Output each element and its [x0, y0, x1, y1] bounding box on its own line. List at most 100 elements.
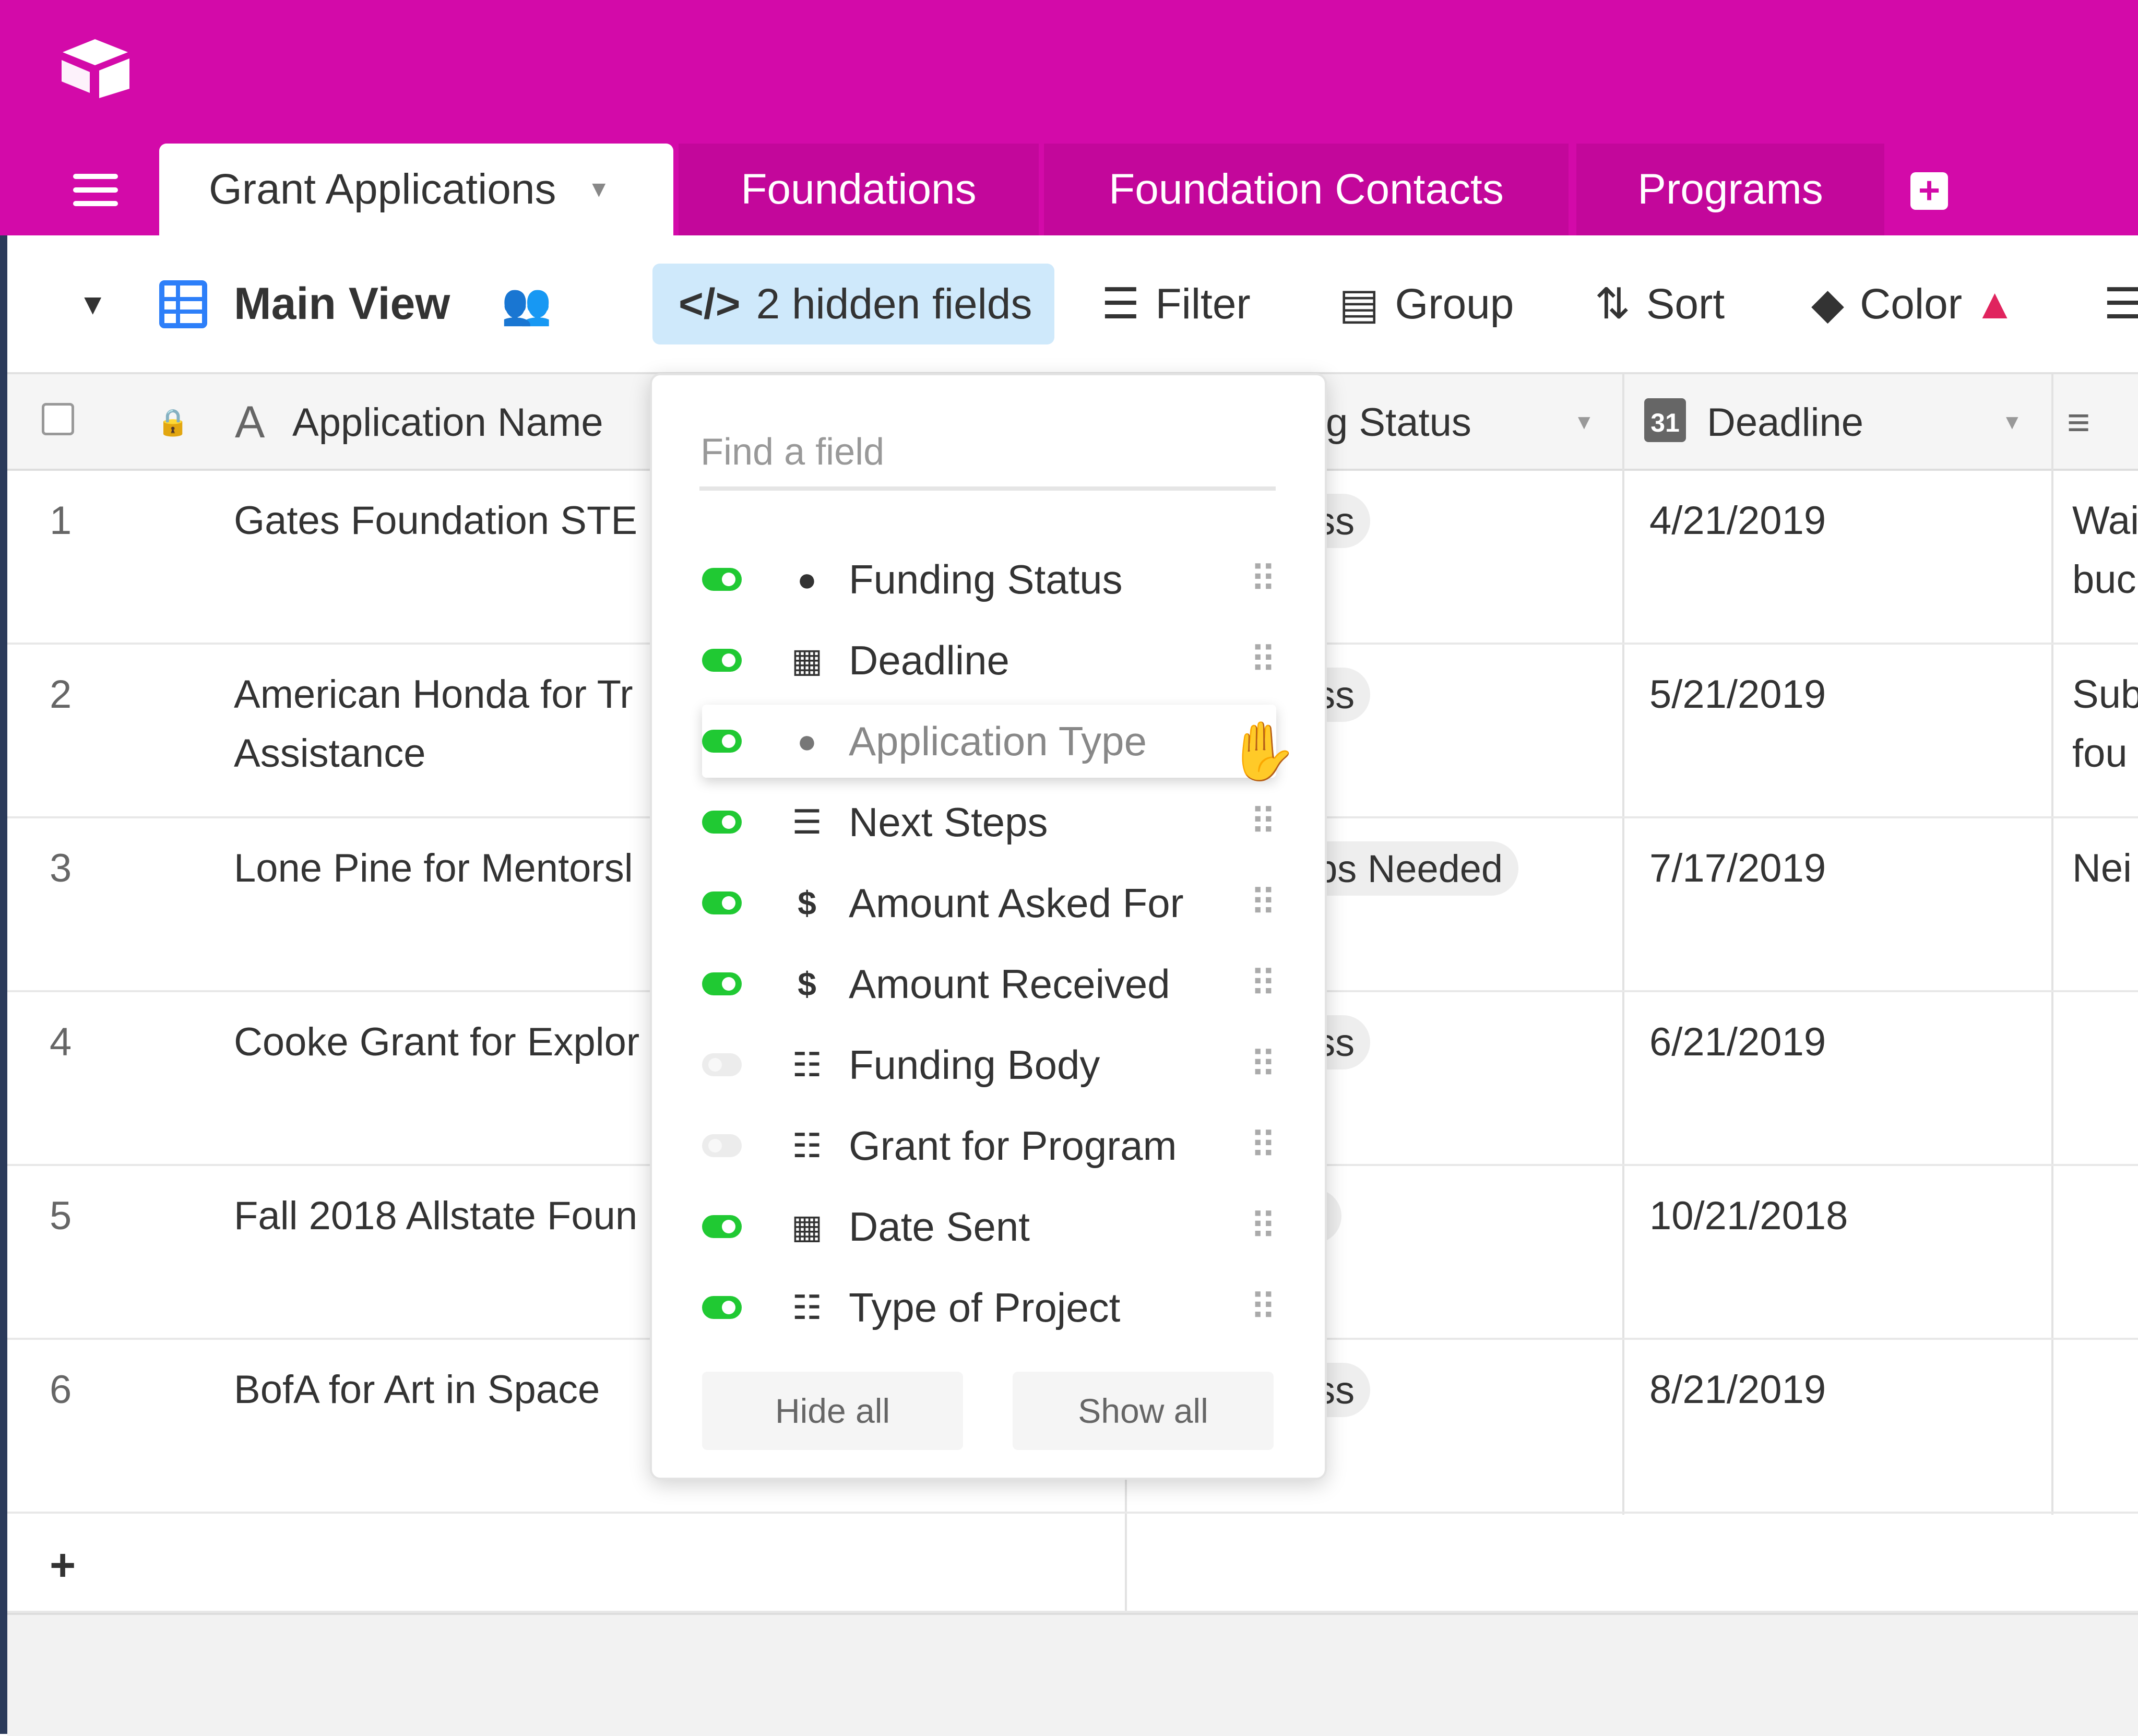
tab-label: Programs — [1637, 165, 1823, 213]
field-visibility-toggle[interactable] — [702, 649, 742, 672]
cell-application-name[interactable]: American Honda for Tr — [234, 665, 651, 724]
field-visibility-toggle[interactable] — [702, 1296, 742, 1319]
cell-deadline[interactable]: 5/21/2019 — [1649, 665, 1826, 724]
view-switcher-caret-icon[interactable]: ▼ — [78, 264, 107, 344]
currency-icon: $ — [798, 884, 816, 922]
field-visibility-toggle[interactable] — [702, 972, 742, 995]
drag-handle-icon[interactable]: ⠿ — [1245, 558, 1276, 601]
link-icon: ☷ — [792, 1045, 822, 1084]
row-height-icon[interactable]: ☰ — [2104, 264, 2138, 344]
drag-handle-icon[interactable]: ⠿ — [1245, 1286, 1276, 1329]
row-number: 3 — [50, 846, 72, 890]
toggle-knob — [722, 1301, 735, 1314]
cell-deadline[interactable]: 6/21/2019 — [1649, 1013, 1826, 1072]
tab-dropdown-caret-icon[interactable]: ▼ — [588, 176, 611, 203]
column-header-funding-status[interactable]: g Status — [1326, 374, 1471, 471]
multi-select-icon: ☷ — [792, 1288, 822, 1326]
currency-icon: $ — [798, 965, 816, 1003]
field-row[interactable]: ● Application Type — [702, 705, 1276, 778]
hamburger-menu-icon[interactable] — [73, 174, 118, 206]
toggle-knob — [722, 815, 735, 829]
cell-application-name-line2[interactable]: Assistance — [234, 724, 651, 783]
drag-handle-icon[interactable]: ⠿ — [1245, 639, 1276, 682]
field-row[interactable]: ☷ Funding Body ⠿ — [702, 1028, 1277, 1101]
cell-deadline[interactable]: 10/21/2018 — [1649, 1187, 1848, 1245]
field-row[interactable]: $ Amount Received ⠿ — [702, 947, 1277, 1020]
calendar-icon: 31 — [1644, 398, 1686, 442]
show-all-button[interactable]: Show all — [1013, 1372, 1274, 1450]
filter-button[interactable]: ☰ Filter — [1101, 264, 1251, 344]
cell-next-steps[interactable]: Nei — [2072, 839, 2138, 898]
field-row[interactable]: $ Amount Asked For ⠿ — [702, 866, 1277, 940]
field-row[interactable]: ☷ Grant for Program ⠿ — [702, 1109, 1277, 1182]
cell-next-steps[interactable]: Sub — [2072, 665, 2138, 724]
column-divider — [1622, 374, 1624, 1515]
column-dropdown-caret-icon[interactable]: ▼ — [2002, 374, 2023, 471]
cell-application-name[interactable]: BofA for Art in Space — [234, 1361, 651, 1419]
field-label: Application Type — [849, 718, 1147, 764]
tab-grant-applications[interactable]: Grant Applications ▼ — [159, 144, 673, 235]
cell-deadline[interactable]: 7/17/2019 — [1649, 839, 1826, 898]
column-header-application-name[interactable]: Application Name — [292, 374, 603, 471]
tab-foundations[interactable]: Foundations — [679, 144, 1039, 235]
field-visibility-toggle[interactable] — [702, 1215, 742, 1238]
field-visibility-toggle[interactable] — [702, 891, 742, 914]
view-name[interactable]: Main View — [234, 264, 450, 344]
cell-next-steps[interactable]: fou — [2072, 724, 2138, 783]
row-divider — [7, 1512, 2138, 1514]
drag-handle-icon[interactable]: ⠿ — [1245, 801, 1276, 843]
drag-handle-icon[interactable]: ⠿ — [1245, 1205, 1276, 1248]
single-select-icon: ● — [797, 722, 817, 760]
field-visibility-toggle[interactable] — [702, 730, 742, 753]
filter-label: Filter — [1155, 280, 1251, 328]
add-table-icon[interactable]: + — [1910, 172, 1948, 210]
column-header-deadline[interactable]: Deadline — [1707, 374, 1863, 471]
tab-label: Foundations — [741, 165, 977, 213]
cell-next-steps[interactable]: buc — [2072, 551, 2138, 609]
field-visibility-toggle[interactable] — [702, 1053, 742, 1076]
tab-label: Foundation Contacts — [1109, 165, 1504, 213]
select-all-checkbox[interactable] — [42, 403, 74, 435]
cell-deadline[interactable]: 4/21/2019 — [1649, 492, 1826, 550]
column-dropdown-caret-icon[interactable]: ▼ — [1574, 374, 1595, 471]
drag-handle-icon[interactable]: ⠿ — [1245, 882, 1276, 924]
tab-foundation-contacts[interactable]: Foundation Contacts — [1044, 144, 1569, 235]
cell-application-name[interactable]: Cooke Grant for Explor — [234, 1013, 651, 1072]
drag-handle-icon[interactable]: ⠿ — [1245, 962, 1276, 1005]
cell-deadline[interactable]: 8/21/2019 — [1649, 1361, 1826, 1419]
color-label: Color — [1860, 280, 1963, 328]
sort-button[interactable]: ⇅ Sort — [1595, 264, 1725, 344]
field-visibility-toggle[interactable] — [702, 1134, 742, 1157]
drag-handle-icon[interactable]: ⠿ — [1245, 1043, 1276, 1086]
hide-all-button[interactable]: Hide all — [702, 1372, 963, 1450]
field-row[interactable]: ▦ Deadline ⠿ — [702, 624, 1277, 697]
row-number: 5 — [50, 1194, 72, 1238]
cell-application-name[interactable]: Gates Foundation STE — [234, 492, 651, 550]
group-icon: ▤ — [1339, 280, 1380, 328]
toggle-knob — [722, 977, 735, 991]
field-visibility-toggle[interactable] — [702, 568, 742, 591]
add-row-button[interactable]: + — [50, 1540, 76, 1591]
drag-handle-icon[interactable]: ⠿ — [1245, 1124, 1276, 1167]
airtable-logo-icon[interactable] — [57, 37, 133, 99]
cell-next-steps[interactable]: Wai — [2072, 492, 2138, 550]
single-select-icon: ● — [797, 561, 817, 598]
field-label: Funding Body — [849, 1041, 1100, 1088]
field-row[interactable]: ▦ Date Sent ⠿ — [702, 1190, 1277, 1263]
field-visibility-toggle[interactable] — [702, 811, 742, 834]
cell-application-name[interactable]: Lone Pine for Mentorsl — [234, 839, 651, 898]
color-button[interactable]: ◆ Color ▲ — [1811, 264, 2016, 344]
toggle-knob — [708, 1058, 722, 1072]
tab-programs[interactable]: Programs — [1576, 144, 1884, 235]
hidden-fields-button[interactable]: </> 2 hidden fields — [652, 264, 1054, 344]
find-field-input[interactable] — [699, 418, 1276, 491]
group-button[interactable]: ▤ Group — [1339, 264, 1514, 344]
toggle-knob — [722, 573, 735, 586]
field-label: Amount Received — [849, 960, 1170, 1007]
cell-application-name[interactable]: Fall 2018 Allstate Foun — [234, 1187, 651, 1245]
field-label: Funding Status — [849, 556, 1123, 602]
field-row[interactable]: ☷ Type of Project ⠿ — [702, 1271, 1277, 1344]
field-row[interactable]: ● Funding Status ⠿ — [702, 543, 1277, 616]
field-label: Grant for Program — [849, 1122, 1177, 1169]
field-row[interactable]: ☰ Next Steps ⠿ — [702, 786, 1277, 859]
